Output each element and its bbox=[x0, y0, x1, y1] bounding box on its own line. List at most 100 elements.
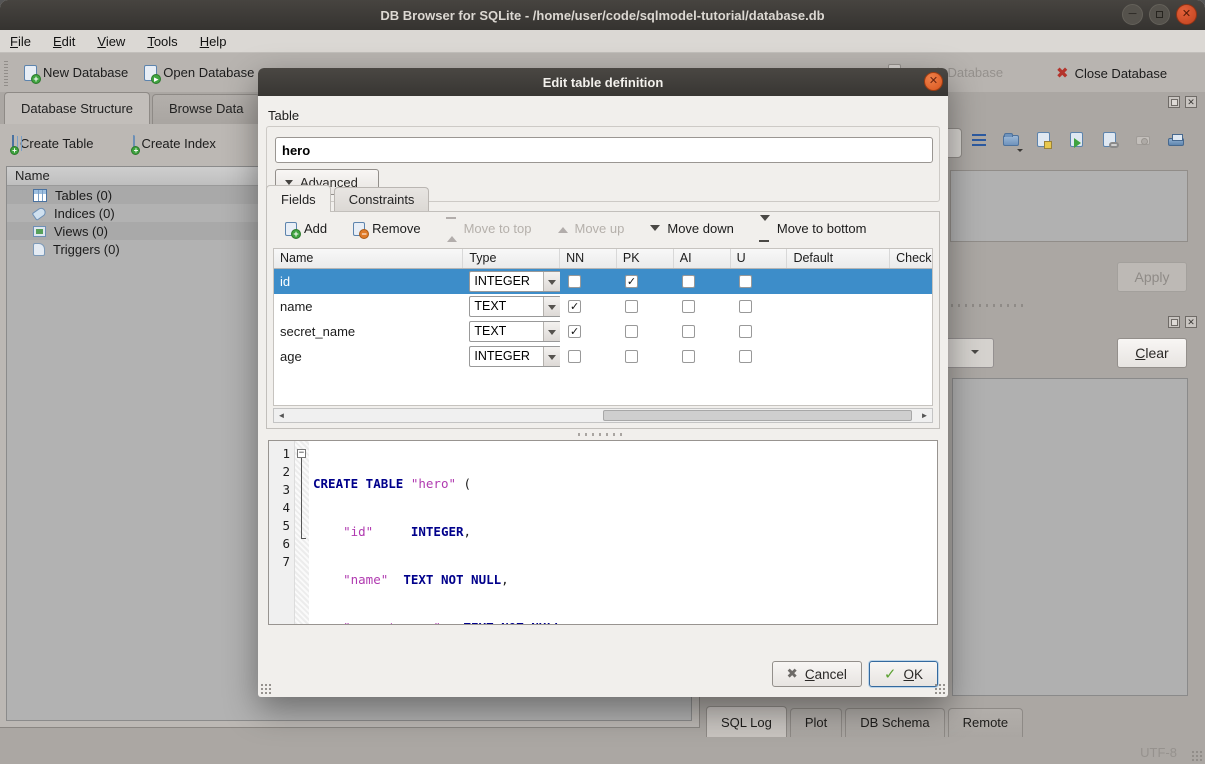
chevron-down-icon bbox=[543, 322, 560, 341]
table-name-input[interactable] bbox=[275, 137, 933, 163]
type-combo[interactable]: TEXT bbox=[469, 296, 560, 317]
scroll-left-icon[interactable]: ◄ bbox=[274, 409, 289, 422]
chevron-down-icon bbox=[543, 297, 560, 316]
maximize-button[interactable] bbox=[1149, 4, 1170, 25]
save-file-icon[interactable] bbox=[1034, 130, 1054, 150]
u-checkbox[interactable] bbox=[739, 350, 752, 363]
create-table-button[interactable]: + Create Table bbox=[4, 132, 101, 155]
cancel-button[interactable]: ✖ Cancel bbox=[772, 661, 862, 687]
tab-remote[interactable]: Remote bbox=[948, 708, 1024, 737]
window-resize-grip[interactable] bbox=[1192, 751, 1202, 761]
col-header-nn[interactable]: NN bbox=[560, 249, 617, 268]
clear-button[interactable]: Clear bbox=[1117, 338, 1187, 368]
dock-float-icon[interactable] bbox=[1168, 316, 1180, 328]
col-header-check[interactable]: Check bbox=[890, 249, 932, 268]
ai-checkbox[interactable] bbox=[682, 350, 695, 363]
col-header-u[interactable]: U bbox=[731, 249, 788, 268]
open-database-button[interactable]: ▸ Open Database bbox=[136, 61, 262, 85]
toolbar-grip[interactable] bbox=[4, 60, 8, 86]
dialog-tabbar: Fields Constraints bbox=[266, 185, 432, 212]
col-header-name[interactable]: Name bbox=[274, 249, 463, 268]
pk-checkbox[interactable] bbox=[625, 325, 638, 338]
tab-constraints[interactable]: Constraints bbox=[334, 187, 430, 212]
ai-checkbox[interactable] bbox=[682, 325, 695, 338]
new-database-button[interactable]: + New Database bbox=[16, 61, 136, 85]
dialog-resize-grip[interactable] bbox=[935, 684, 945, 694]
scroll-right-icon[interactable]: ► bbox=[917, 409, 932, 422]
nn-checkbox[interactable]: ✓ bbox=[568, 300, 581, 313]
tab-sql-log[interactable]: SQL Log bbox=[706, 706, 787, 737]
dock-splitter-handle[interactable] bbox=[944, 304, 1024, 307]
add-field-button[interactable]: + Add bbox=[277, 218, 335, 239]
field-row-age[interactable]: age INTEGER bbox=[274, 344, 932, 369]
field-row-name[interactable]: name TEXT ✓ bbox=[274, 294, 932, 319]
type-combo[interactable]: INTEGER bbox=[469, 271, 560, 292]
apply-button[interactable]: Apply bbox=[1117, 262, 1187, 292]
u-checkbox[interactable] bbox=[739, 300, 752, 313]
fold-collapse-icon[interactable]: − bbox=[297, 449, 306, 458]
ai-checkbox[interactable] bbox=[682, 275, 695, 288]
menu-view[interactable]: View bbox=[97, 34, 125, 49]
menu-file[interactable]: File bbox=[10, 34, 31, 49]
dialog-splitter-handle[interactable] bbox=[578, 433, 624, 436]
dock-close-icon[interactable]: ✕ bbox=[1185, 96, 1197, 108]
menu-help[interactable]: Help bbox=[200, 34, 227, 49]
nn-checkbox[interactable] bbox=[568, 350, 581, 363]
print-icon[interactable] bbox=[1166, 130, 1186, 150]
field-name[interactable]: name bbox=[274, 299, 463, 314]
link-icon[interactable] bbox=[1100, 130, 1120, 150]
field-row-secret-name[interactable]: secret_name TEXT ✓ bbox=[274, 319, 932, 344]
tab-plot[interactable]: Plot bbox=[790, 708, 842, 737]
close-button[interactable]: ✕ bbox=[1176, 4, 1197, 25]
pk-checkbox[interactable] bbox=[625, 350, 638, 363]
pk-checkbox[interactable]: ✓ bbox=[625, 275, 638, 288]
horizontal-scrollbar[interactable]: ◄ ► bbox=[273, 408, 933, 423]
dialog-resize-grip[interactable] bbox=[261, 684, 271, 694]
dock-float-icon[interactable] bbox=[1168, 96, 1180, 108]
cell-editor-area[interactable] bbox=[950, 170, 1188, 242]
move-up-button[interactable]: Move up bbox=[550, 218, 633, 239]
menu-edit[interactable]: Edit bbox=[53, 34, 75, 49]
menu-tools[interactable]: Tools bbox=[147, 34, 177, 49]
nn-checkbox[interactable] bbox=[568, 275, 581, 288]
tab-fields[interactable]: Fields bbox=[266, 185, 331, 212]
pk-checkbox[interactable] bbox=[625, 300, 638, 313]
dock-close-icon[interactable]: ✕ bbox=[1185, 316, 1197, 328]
type-combo[interactable]: TEXT bbox=[469, 321, 560, 342]
sql-log-area[interactable] bbox=[952, 378, 1188, 696]
u-checkbox[interactable] bbox=[739, 325, 752, 338]
close-database-button[interactable]: ✖ Close Database bbox=[1048, 60, 1175, 86]
export-icon[interactable] bbox=[1067, 130, 1087, 150]
main-tabbar: Database Structure Browse Data bbox=[4, 92, 262, 124]
tab-browse-data[interactable]: Browse Data bbox=[152, 94, 260, 124]
scrollbar-thumb[interactable] bbox=[603, 410, 912, 421]
type-combo[interactable]: INTEGER bbox=[469, 346, 560, 367]
fields-toolbar: + Add − Remove Move to top Move up bbox=[277, 218, 874, 239]
field-name[interactable]: id bbox=[274, 274, 463, 289]
word-wrap-icon[interactable] bbox=[968, 130, 988, 150]
field-row-id[interactable]: id INTEGER ✓ bbox=[274, 269, 932, 294]
create-index-button[interactable]: + Create Index bbox=[125, 132, 223, 155]
move-to-bottom-button[interactable]: Move to bottom bbox=[752, 218, 875, 239]
col-header-default[interactable]: Default bbox=[787, 249, 890, 268]
sql-code[interactable]: CREATE TABLE "hero" ( "id" INTEGER, "nam… bbox=[309, 441, 937, 624]
field-name[interactable]: secret_name bbox=[274, 324, 463, 339]
nn-checkbox[interactable]: ✓ bbox=[568, 325, 581, 338]
col-header-pk[interactable]: PK bbox=[617, 249, 674, 268]
u-checkbox[interactable] bbox=[739, 275, 752, 288]
move-down-button[interactable]: Move down bbox=[642, 218, 741, 239]
dialog-titlebar[interactable]: Edit table definition ✕ bbox=[258, 68, 948, 96]
ok-button[interactable]: ✓ OK bbox=[869, 661, 938, 687]
record-icon[interactable] bbox=[1133, 130, 1153, 150]
dialog-close-button[interactable]: ✕ bbox=[924, 72, 943, 91]
import-file-icon[interactable] bbox=[1001, 130, 1021, 150]
minimize-button[interactable]: ─ bbox=[1122, 4, 1143, 25]
field-name[interactable]: age bbox=[274, 349, 463, 364]
col-header-type[interactable]: Type bbox=[463, 249, 560, 268]
ai-checkbox[interactable] bbox=[682, 300, 695, 313]
tab-db-schema[interactable]: DB Schema bbox=[845, 708, 944, 737]
col-header-ai[interactable]: AI bbox=[674, 249, 731, 268]
tab-database-structure[interactable]: Database Structure bbox=[4, 92, 150, 124]
remove-field-button[interactable]: − Remove bbox=[345, 218, 428, 239]
move-to-top-button[interactable]: Move to top bbox=[439, 218, 540, 239]
